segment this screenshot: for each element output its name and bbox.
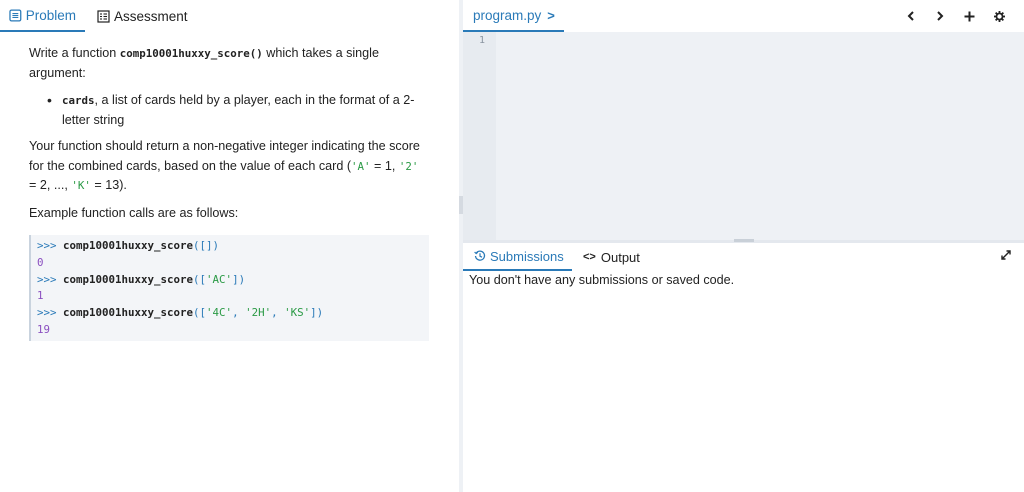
tab-problem-label: Problem [25,7,76,23]
arg-description: , a list of cards held by a player, each… [62,93,415,127]
checklist-icon [97,9,110,23]
prompt-marker: >>> [37,306,64,320]
prompt-marker: >>> [37,239,64,252]
eq-text: = 13). [90,178,127,192]
tab-problem[interactable]: Problem [0,0,85,32]
punctuation: ]) [232,272,246,286]
intro-text: Write a function [29,46,120,60]
arg-name: cards [62,94,95,107]
list-item: cards, a list of cards held by a player,… [47,91,429,130]
example-call-line: >>> comp10001huxxy_score(['AC']) [37,272,429,289]
punctuation: ]) [206,239,220,252]
problem-panel: Problem Assessment Write a function comp… [0,0,459,492]
eq-text: = 2, ..., [29,178,72,192]
punctuation: ([ [193,272,207,286]
code-icon: <> [583,251,596,263]
tab-submissions-label: Submissions [490,248,564,264]
string-arg: '2H' [245,306,272,320]
function-name: comp10001huxxy_score() [119,47,263,60]
string-arg: 'AC' [206,272,233,286]
line-number: 1 [479,35,486,46]
punctuation: , [232,306,246,320]
gear-icon[interactable] [991,8,1007,24]
example-output-line: 0 [37,255,44,269]
example-output-line: 1 [37,289,44,303]
file-tab-label: program.py [473,7,542,23]
tab-output-label: Output [600,249,640,265]
examples-heading: Example function calls are as follows: [29,205,239,220]
chevron-right-icon[interactable] [932,8,948,24]
tab-output[interactable]: <> Output [583,243,640,271]
example-call-line: >>> comp10001huxxy_score([]) [37,238,429,255]
example-code-block: >>> comp10001huxxy_score([]) 0 >>> comp100… [29,235,429,341]
line-gutter: 1 [463,32,496,240]
problem-tabs: Problem Assessment [0,0,459,32]
string-arg: 'KS' [284,306,311,320]
punctuation: ([ [193,306,207,320]
card-a: 'A' [351,159,371,173]
tab-submissions[interactable]: Submissions [463,243,572,271]
code-editor[interactable]: 1 [463,32,1024,240]
function-call: comp10001huxxy_score [63,272,194,286]
eq-text: = 1, [370,158,399,173]
editor-toolbar: program.py > [463,0,1024,32]
example-output-line: 19 [37,322,51,336]
function-call: comp10001huxxy_score [63,239,194,252]
tab-assessment-label: Assessment [114,8,188,24]
editor-panel: program.py > 1 Submissions <> Output You… [463,0,1024,492]
card-k: 'K' [71,179,91,192]
plus-icon[interactable] [961,8,977,24]
chevron-left-icon[interactable] [903,8,919,24]
punctuation: ]) [310,306,324,320]
card-2: '2' [398,159,419,173]
expand-icon[interactable] [999,248,1015,264]
return-description: Your function should return a non-negati… [29,137,429,196]
function-call: comp10001huxxy_score [63,306,194,320]
prompt-marker: >>> [37,272,64,286]
submissions-empty-message: You don't have any submissions or saved … [469,273,735,287]
string-arg: '4C' [206,306,233,320]
argument-list: cards, a list of cards held by a player,… [29,91,429,130]
splitter-handle[interactable] [734,239,754,242]
punctuation: ([ [193,239,207,252]
punctuation: , [271,306,285,320]
example-call-line: >>> comp10001huxxy_score(['4C', '2H', 'K… [37,305,429,322]
history-icon [474,250,486,261]
problem-description: Write a function comp10001huxxy_score() … [29,44,429,223]
file-tab-program[interactable]: program.py > [463,0,564,32]
document-icon [9,8,22,22]
tab-assessment[interactable]: Assessment [97,0,188,32]
problem-intro: Write a function comp10001huxxy_score() … [29,44,429,83]
chevron-right-icon: > [547,7,555,23]
output-tabs: Submissions <> Output [463,243,1024,271]
